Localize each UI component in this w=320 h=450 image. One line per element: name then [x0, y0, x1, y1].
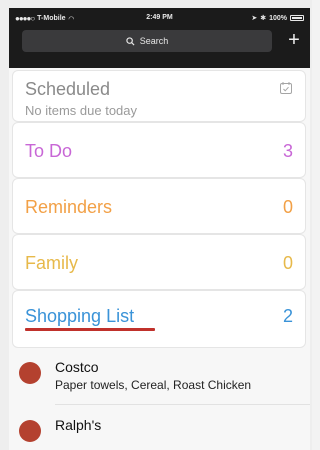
item-color-dot	[19, 362, 41, 384]
list-item[interactable]: Ralph's	[9, 414, 310, 450]
todo-count: 3	[282, 141, 293, 161]
divider	[55, 404, 310, 405]
battery-percent: 100%	[269, 14, 287, 22]
list-card-family[interactable]: Family 0	[12, 234, 306, 290]
shopping-count: 2	[282, 306, 293, 326]
calendar-icon	[280, 82, 292, 94]
annotation-underline	[25, 328, 155, 331]
bluetooth-icon: ✱	[260, 15, 267, 22]
item-color-dot	[19, 420, 41, 442]
status-bar: ●●●●○ T-Mobile ◠ 2:49 PM ➤ ✱ 100%	[9, 12, 310, 26]
reminders-count: 0	[282, 197, 293, 217]
item-description: Paper towels, Cereal, Roast Chicken	[55, 378, 252, 392]
search-bar[interactable]: Search	[22, 30, 272, 52]
location-icon: ➤	[251, 15, 258, 22]
family-title: Family	[25, 253, 78, 273]
todo-title: To Do	[25, 141, 73, 161]
item-name: Costco	[55, 359, 99, 375]
list-item[interactable]: Costco Paper towels, Cereal, Roast Chick…	[9, 356, 310, 398]
scheduled-title: Scheduled	[25, 79, 111, 99]
family-count: 0	[282, 253, 293, 273]
list-card-scheduled[interactable]: Scheduled No items due today	[12, 70, 306, 122]
search-icon	[126, 36, 135, 46]
scheduled-subtitle: No items due today	[25, 103, 138, 118]
item-name: Ralph's	[55, 417, 102, 433]
status-right: ➤ ✱ 100%	[251, 14, 304, 22]
header-bar: ●●●●○ T-Mobile ◠ 2:49 PM ➤ ✱ 100% Search	[9, 8, 310, 68]
list-card-shopping[interactable]: Shopping List 2	[12, 290, 306, 348]
battery-icon	[290, 15, 304, 21]
add-list-button[interactable]: +	[284, 30, 304, 52]
search-label: Search	[139, 36, 169, 46]
phone-screen: ●●●●○ T-Mobile ◠ 2:49 PM ➤ ✱ 100% Search	[9, 8, 310, 450]
list-card-todo[interactable]: To Do 3	[12, 122, 306, 178]
shopping-title: Shopping List	[25, 306, 135, 326]
screen: ●●●●○ T-Mobile ◠ 2:49 PM ➤ ✱ 100% Search	[0, 0, 312, 450]
lists-container: Scheduled No items due today To Do 3 Rem…	[9, 68, 310, 450]
list-card-reminders[interactable]: Reminders 0	[12, 178, 306, 234]
reminders-title: Reminders	[25, 197, 113, 217]
